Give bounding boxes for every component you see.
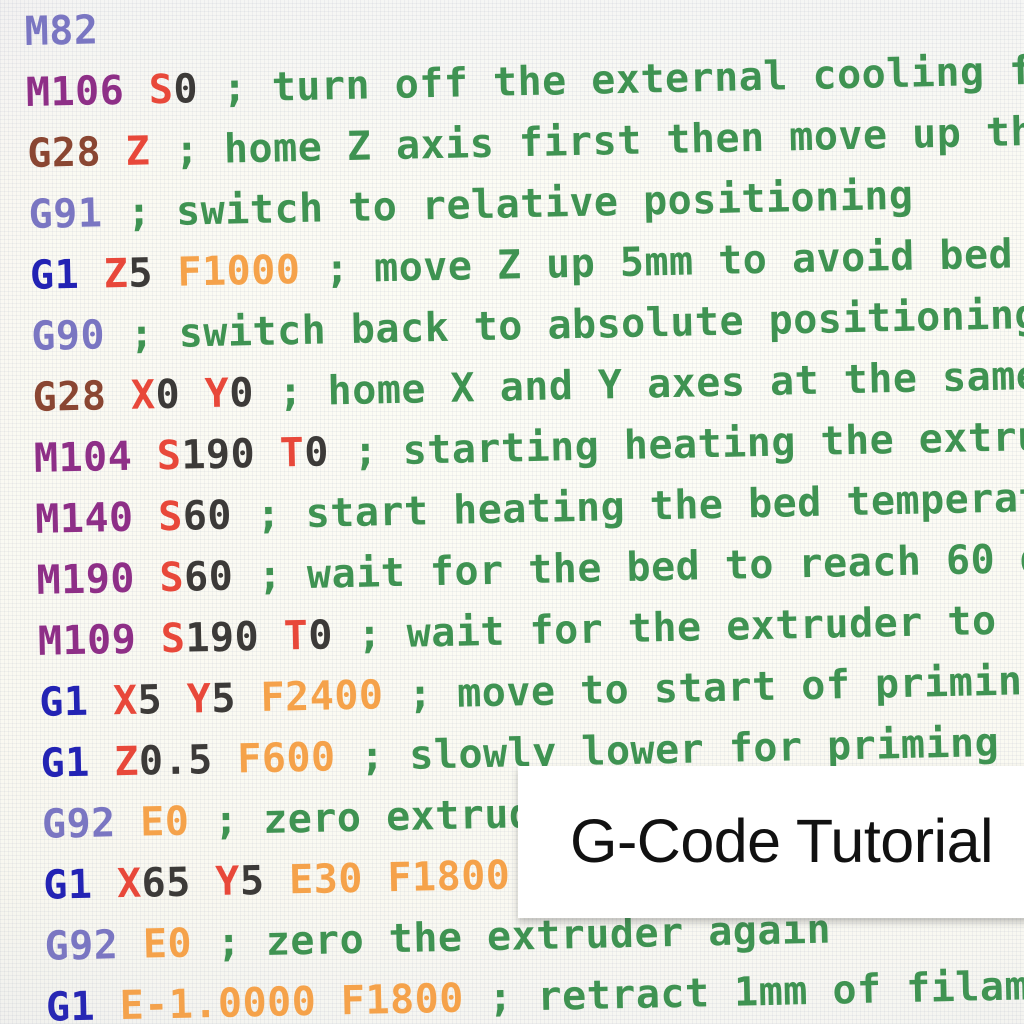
caption-label: G-Code Tutorial: [570, 807, 994, 875]
code-token: E30: [288, 855, 364, 904]
code-token: 0.5: [138, 737, 214, 785]
code-token: Y: [214, 858, 241, 906]
code-token: S: [159, 554, 185, 602]
code-token: 5: [239, 857, 266, 905]
code-token: G92: [41, 800, 117, 848]
code-token: X: [116, 860, 143, 908]
code-token: M140: [34, 494, 135, 543]
code-token: 190: [180, 431, 256, 479]
code-token: ; turn off the external cooling fan: [197, 46, 1024, 113]
code-token: F2400: [260, 672, 384, 721]
code-token: 5: [137, 677, 163, 724]
code-token: Z: [125, 128, 151, 175]
code-token: 5: [127, 250, 154, 297]
code-token: F1800: [386, 852, 511, 902]
code-token: 0: [172, 66, 199, 113]
code-token: F600: [236, 734, 337, 783]
code-token: ; start heating the bed temperature: [256, 473, 1024, 539]
code-token: Y: [204, 370, 230, 418]
code-token: G1: [40, 739, 91, 787]
code-token: X: [130, 372, 157, 419]
code-token: ; starting heating the extruder: [353, 412, 1024, 475]
code-token: G1: [29, 251, 80, 299]
code-token: Z: [113, 738, 140, 786]
code-token: G90: [30, 312, 106, 360]
code-token: 0: [307, 612, 334, 659]
code-token: 60: [183, 553, 234, 601]
code-token: M104: [33, 433, 133, 482]
code-token: T: [279, 429, 305, 477]
code-token: S: [157, 493, 184, 541]
code-token: ; home X and Y axes at the same time: [277, 352, 1024, 416]
code-token: 5: [210, 675, 237, 723]
code-token: S: [156, 432, 182, 480]
code-token: 60: [182, 492, 233, 540]
code-token: ; switch to relative positioning: [101, 172, 914, 237]
code-token: G1: [42, 861, 93, 909]
caption-plate: G-Code Tutorial: [518, 766, 1024, 918]
code-token: M109: [37, 616, 137, 665]
code-token: G91: [28, 190, 103, 238]
code-token: 190: [184, 614, 260, 662]
code-token: F1800: [340, 975, 465, 1024]
code-token: G1: [45, 983, 96, 1024]
code-token: M106: [25, 67, 125, 116]
code-token: E-1.0000: [119, 978, 317, 1024]
code-token: 0: [155, 371, 181, 419]
code-token: 0: [303, 429, 330, 476]
code-token: M82: [24, 7, 99, 55]
code-token: ; move to start of priming line: [407, 657, 1024, 718]
code-token: S: [148, 66, 174, 114]
code-token: E0: [139, 798, 190, 846]
code-token: G28: [26, 129, 102, 177]
code-token: E0: [142, 920, 193, 968]
code-token: G28: [32, 373, 107, 421]
code-token: G92: [44, 922, 119, 970]
code-token: T: [283, 612, 309, 660]
code-token: F1000: [176, 247, 301, 296]
code-token: Y: [186, 676, 212, 723]
code-token: ; wait for the extruder to reach 190: [357, 594, 1024, 658]
code-token: 65: [141, 859, 192, 907]
code-token: S: [160, 615, 186, 663]
gcode-screenshot: M82 M106 S0 ; turn off the external cooli…: [0, 0, 1024, 1024]
code-token: M190: [36, 555, 136, 604]
code-token: 0: [228, 370, 255, 417]
code-token: X: [112, 677, 139, 725]
code-token: ; retract 1mm of filament: [487, 961, 1024, 1022]
code-token: Z: [103, 250, 129, 298]
code-token: G1: [38, 678, 89, 726]
